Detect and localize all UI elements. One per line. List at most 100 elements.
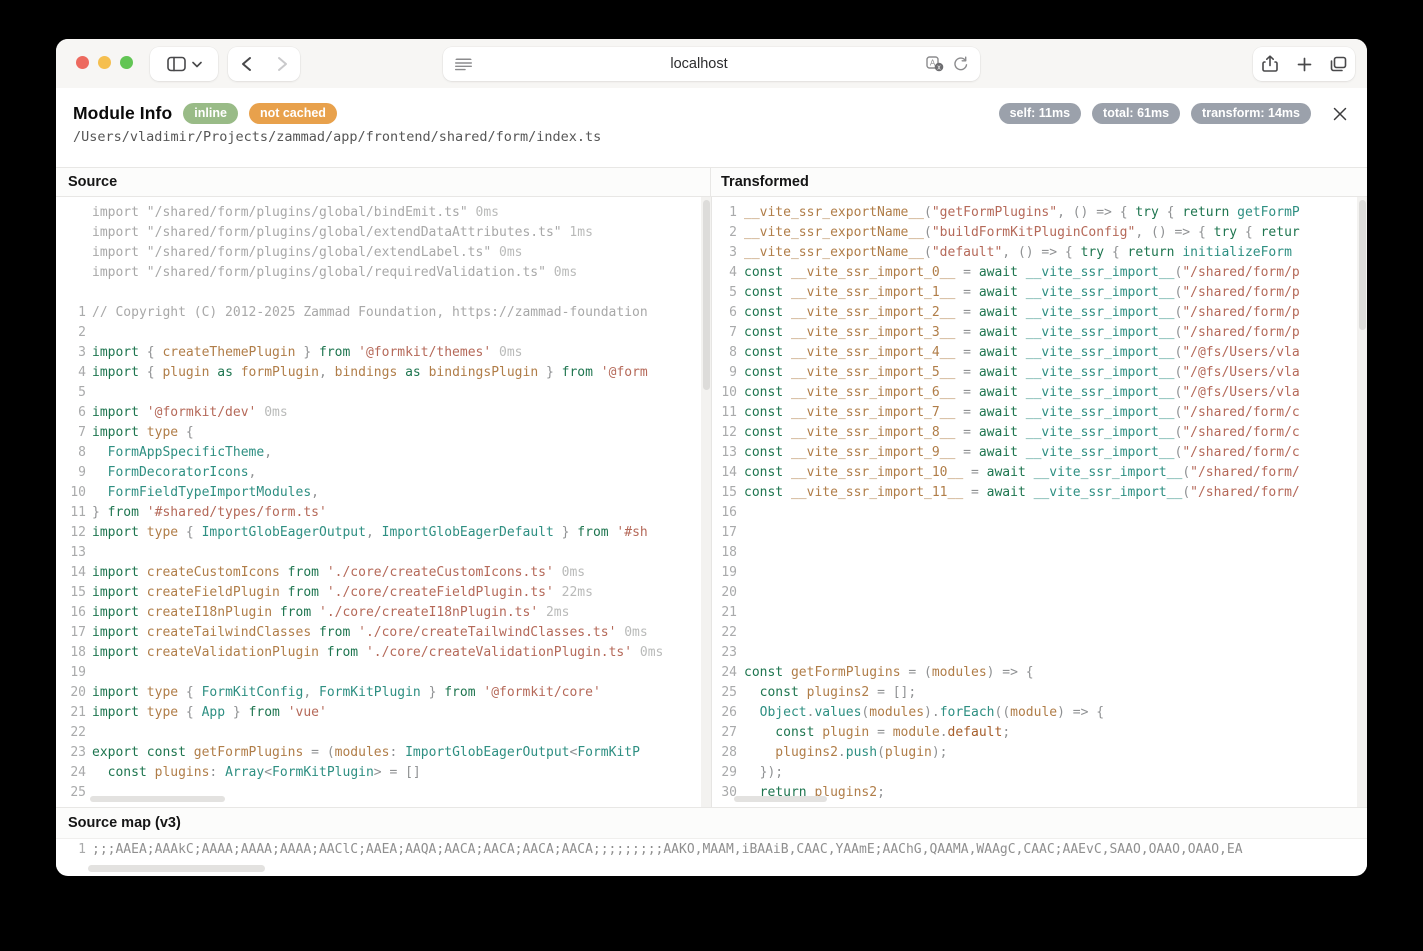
reader-mode-icon[interactable] [455,57,472,71]
code-token: plugin [162,365,209,380]
transformed-horizontal-scrollbar-thumb[interactable] [734,796,827,802]
code-line-content: export const getFormPlugins = (modules: … [92,743,711,763]
line-number: 4 [712,263,744,283]
code-token: __vite_ssr_import_11__ [783,485,963,500]
line-number: 28 [712,743,744,763]
code-token: : [209,765,225,780]
code-token: ImportGlobEagerOutput [405,745,569,760]
new-tab-icon[interactable] [1287,47,1321,81]
code-token: // Copyright (C) 2012-2025 Zammad Founda… [92,305,648,320]
sourcemap-line: 1 ;;;AAEA;AAAkC;AAAA;AAAA;AAAA;AAClC;AAE… [56,839,1367,861]
code-line: 19 [56,663,711,683]
code-token: FormDecoratorIcons [92,465,249,480]
transformed-vertical-scrollbar-thumb[interactable] [1359,200,1366,330]
titlebar-actions [1253,47,1355,81]
code-token: "/shared/form/ [1190,485,1300,500]
code-token: ); [932,745,948,760]
desktop-background: localhost Ax [0,0,1423,951]
code-line: 24 const plugins: Array<FormKitPlugin> =… [56,763,711,783]
line-number: 3 [712,243,744,263]
code-token: from [280,565,319,580]
sourcemap-horizontal-scrollbar-thumb[interactable] [88,865,265,872]
code-line-content [744,563,1367,583]
code-token: 0ms [632,645,663,660]
code-line-content: import createI18nPlugin from './core/cre… [92,603,711,623]
code-token: import [92,345,139,360]
code-token: , [303,685,319,700]
code-token: { [178,705,201,720]
line-number: 6 [56,403,92,423]
close-window-button[interactable] [76,56,89,69]
code-line-content: import createValidationPlugin from './co… [92,643,711,663]
code-token: const [744,385,783,400]
code-token: FormKitP [577,745,640,760]
code-token: await [987,485,1026,500]
code-line-content: const __vite_ssr_import_10__ = await __v… [744,463,1367,483]
source-vertical-scrollbar-thumb[interactable] [703,200,710,390]
code-line: 26 Object.values(modules).forEach((modul… [712,703,1367,723]
back-button[interactable] [228,47,264,81]
code-token: return [1182,205,1229,220]
source-vertical-scrollbar [701,197,711,807]
inline-badge: inline [183,103,238,124]
line-number [56,203,92,223]
code-token: import [92,565,139,580]
code-token: ImportGlobEagerOutput [202,525,366,540]
code-line: 21 [712,603,1367,623]
address-bar[interactable]: localhost Ax [443,47,980,81]
sourcemap-section: Source map (v3) 1 ;;;AAEA;AAAkC;AAAA;AAA… [56,807,1367,875]
code-token: '@formkit/themes' [350,345,491,360]
code-token: const [744,425,783,440]
page-title: Module Info [73,103,172,124]
code-token: from [319,645,358,660]
code-token: = [955,425,978,440]
code-token: getFormPlugins [186,745,303,760]
code-line: 10const __vite_ssr_import_6__ = await __… [712,383,1367,403]
code-token: : [389,745,405,760]
code-token: const [139,745,186,760]
sidebar-toggle[interactable] [150,47,218,81]
code-token: "/shared/form/ [1190,465,1300,480]
code-token: { [178,525,201,540]
code-token: ( [924,245,932,260]
code-line: 12const __vite_ssr_import_8__ = await __… [712,423,1367,443]
code-token: plugin [814,725,869,740]
share-icon[interactable] [1253,47,1287,81]
code-token: getFormP [1229,205,1299,220]
code-token: '@formkit/dev' [139,405,256,420]
line-number: 20 [56,683,92,703]
code-line-content: import '@formkit/dev' 0ms [92,403,711,423]
code-token: 1ms [562,225,593,240]
code-line-content: import { plugin as formPlugin, bindings … [92,363,711,383]
code-line-content [92,663,711,683]
tab-overview-icon[interactable] [1321,47,1355,81]
code-token: { [1237,225,1260,240]
code-token: modules [932,665,987,680]
code-token: from [280,585,319,600]
close-panel-button[interactable] [1330,104,1350,124]
forward-button[interactable] [264,47,300,81]
minimize-window-button[interactable] [98,56,111,69]
code-line: 19 [712,563,1367,583]
line-number: 15 [712,483,744,503]
line-number: 25 [56,783,92,803]
reload-icon[interactable] [953,56,968,72]
code-token: "buildFormKitPluginConfig" [932,225,1136,240]
zoom-window-button[interactable] [120,56,133,69]
code-token: await [979,265,1018,280]
code-token: __vite_ssr_import__ [1018,385,1175,400]
translate-icon[interactable]: Ax [926,56,944,72]
line-number: 22 [56,723,92,743]
svg-text:x: x [937,65,941,72]
code-token: { [178,685,201,700]
code-line-content: const plugins2 = []; [744,683,1367,703]
code-line [56,283,711,303]
code-token: { [1159,205,1182,220]
code-token: './core/createI18nPlugin.ts' [311,605,538,620]
code-line: 13const __vite_ssr_import_9__ = await __… [712,443,1367,463]
total-time-badge: total: 61ms [1092,103,1180,124]
code-line: 9 FormDecoratorIcons, [56,463,711,483]
code-token: = ( [303,745,334,760]
timing-metrics: self: 11ms total: 61ms transform: 14ms [999,103,1311,124]
source-horizontal-scrollbar-thumb[interactable] [90,796,225,802]
